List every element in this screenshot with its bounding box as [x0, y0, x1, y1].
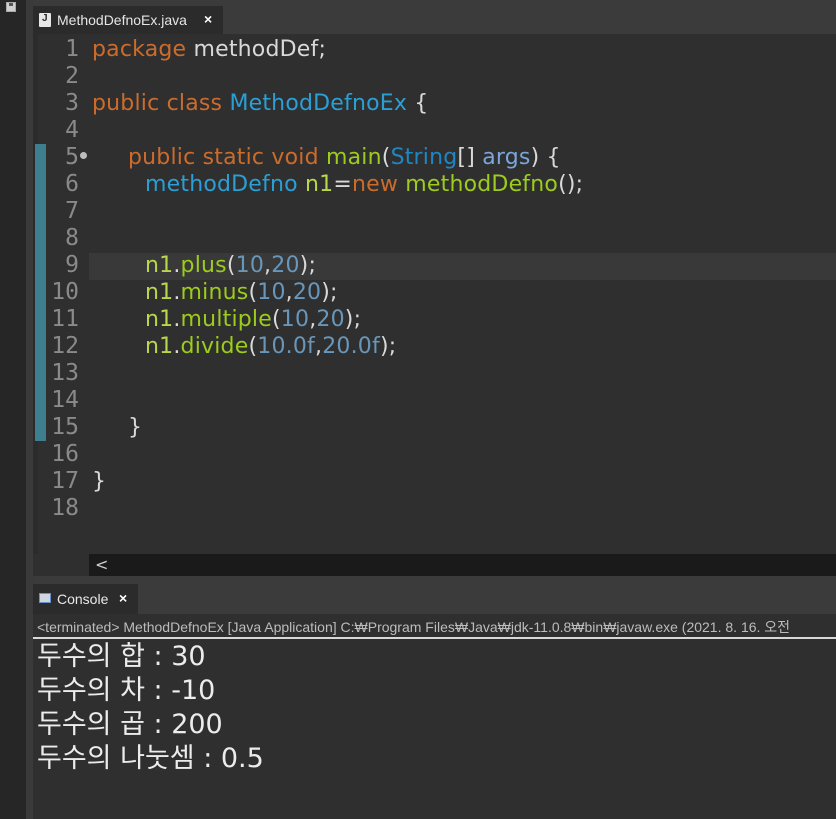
- editor-tab-methoddefnoex[interactable]: MethodDefnoEx.java ×: [33, 6, 223, 34]
- code-line: n1.divide(10.0f,20.0f);: [145, 334, 397, 359]
- code-line: }: [92, 469, 107, 494]
- console-output-line: 두수의 차 : -10: [37, 675, 216, 706]
- console-output-line: 두수의 합 : 30: [37, 641, 206, 672]
- close-tab-icon[interactable]: ×: [204, 11, 212, 27]
- console-output-line: 두수의 나눗셈 : 0.5: [37, 743, 264, 774]
- editor-tab-label: MethodDefnoEx.java: [57, 12, 187, 28]
- line-number: 14: [51, 387, 79, 413]
- line-number: 6: [65, 171, 79, 197]
- code-line: public static void main(String[] args) {: [128, 145, 561, 170]
- code-line: n1.plus(10,20);: [145, 253, 317, 278]
- line-number: 7: [65, 198, 79, 224]
- line-number: 12: [51, 333, 79, 359]
- close-console-icon[interactable]: ×: [119, 590, 127, 606]
- code-line: package methodDef;: [92, 37, 327, 62]
- process-status: <terminated> MethodDefnoEx [Java Applica…: [37, 619, 791, 635]
- code-editor[interactable]: 1 2 3 4 5 6 7 8 9 10 11 12 13 14 15 16 1…: [33, 34, 836, 554]
- editor-tab-bar: MethodDefnoEx.java ×: [33, 0, 836, 34]
- panel-separator: [33, 576, 836, 584]
- line-number: 4: [65, 117, 79, 143]
- line-number: 16: [51, 441, 79, 467]
- horizontal-scrollbar[interactable]: <: [89, 554, 836, 576]
- fold-toggle-icon[interactable]: [80, 152, 87, 159]
- line-number: 15: [51, 414, 79, 440]
- console-output-line: 두수의 곱 : 200: [37, 709, 223, 740]
- line-number: 11: [51, 306, 79, 332]
- left-trim-strip: [0, 0, 26, 819]
- line-number: 9: [65, 252, 79, 278]
- vertical-separator: [26, 0, 33, 819]
- line-number-gutter: 1 2 3 4 5 6 7 8 9 10 11 12 13 14 15 16 1…: [33, 34, 89, 554]
- line-number: 18: [51, 495, 79, 521]
- console-tab-bar: Console ×: [33, 584, 836, 614]
- line-number: 13: [51, 360, 79, 386]
- line-number: 10: [51, 279, 79, 305]
- console-output-area[interactable]: <terminated> MethodDefnoEx [Java Applica…: [33, 614, 836, 819]
- code-line: public class MethodDefnoEx {: [92, 91, 429, 116]
- console-tab-label: Console: [57, 591, 109, 607]
- line-number: 3: [65, 90, 79, 116]
- console-icon: [39, 593, 51, 603]
- line-number: 5: [65, 144, 79, 170]
- tab-console[interactable]: Console ×: [33, 584, 138, 614]
- line-number: 2: [65, 63, 79, 89]
- scroll-left-icon[interactable]: <: [95, 555, 108, 574]
- scrollbar-gutter-spacer: [33, 554, 89, 576]
- line-number: 17: [51, 468, 79, 494]
- restore-view-icon[interactable]: [6, 2, 16, 12]
- line-number: 8: [65, 225, 79, 251]
- java-file-icon: [39, 13, 51, 27]
- code-text-area[interactable]: package methodDef; public class MethodDe…: [89, 34, 836, 554]
- code-line: methodDefno n1=new methodDefno();: [145, 172, 584, 197]
- line-number: 1: [65, 36, 79, 62]
- status-divider: [33, 637, 836, 639]
- code-line: n1.minus(10,20);: [145, 280, 338, 305]
- code-line: }: [128, 415, 143, 440]
- code-line: n1.multiple(10,20);: [145, 307, 362, 332]
